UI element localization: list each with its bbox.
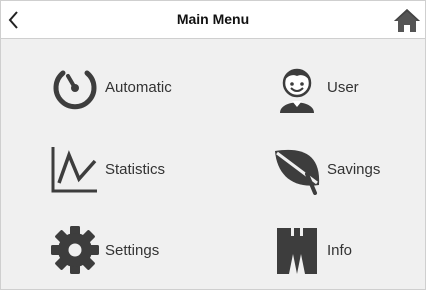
chart-icon (49, 143, 101, 195)
header-bar: Main Menu (1, 1, 425, 39)
menu-item-statistics[interactable]: Statistics (49, 143, 165, 195)
user-icon (271, 61, 323, 113)
leaf-icon (271, 143, 323, 195)
menu-item-info[interactable]: Info (271, 224, 352, 276)
menu-item-user[interactable]: User (271, 61, 359, 113)
info-columns-icon (271, 224, 323, 276)
menu-item-automatic[interactable]: Automatic (49, 61, 172, 113)
menu-item-settings[interactable]: Settings (49, 224, 159, 276)
menu-item-label: Statistics (105, 160, 166, 178)
page-title: Main Menu (176, 11, 250, 27)
timer-icon (49, 61, 101, 113)
menu-item-label: Settings (105, 241, 160, 259)
home-icon (394, 9, 420, 32)
menu-item-savings[interactable]: Savings (271, 143, 380, 195)
menu-item-label: Info (327, 241, 353, 259)
main-menu-screen: Main Menu Automatic User Statistics Savi… (0, 0, 426, 290)
gear-icon (49, 224, 101, 276)
menu-item-label: Savings (327, 160, 381, 178)
home-button[interactable] (391, 6, 423, 34)
menu-item-label: Automatic (105, 78, 172, 96)
menu-item-label: User (327, 78, 359, 96)
